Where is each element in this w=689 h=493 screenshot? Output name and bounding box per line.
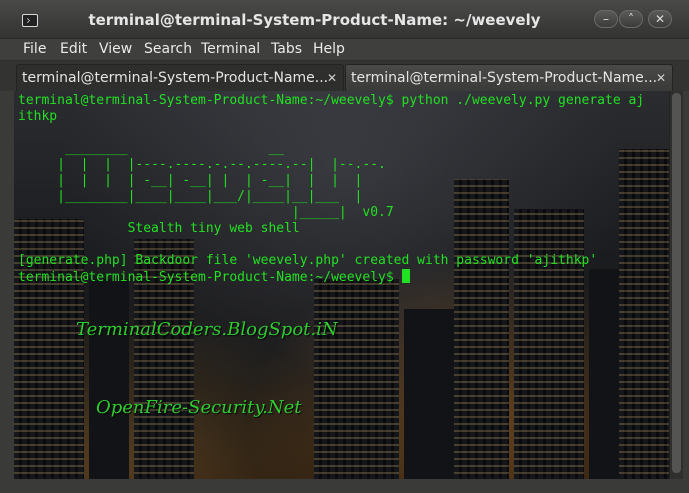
background-building: [314, 279, 399, 479]
ascii-banner-line: | | | |----.----.-.--.----.--| |--.--.: [18, 157, 386, 172]
window-title: terminal@terminal-System-Product-Name: ~…: [88, 11, 541, 29]
menu-file[interactable]: File: [23, 41, 46, 57]
menu-tabs[interactable]: Tabs: [271, 41, 302, 57]
terminal-line: [generate.php] Backdoor file 'weevely.ph…: [18, 253, 598, 268]
terminal-icon[interactable]: [22, 14, 38, 27]
menu-bar: File Edit View Search Terminal Tabs Help: [0, 39, 689, 61]
tab-terminal-1[interactable]: terminal@terminal-System-Product-Name...…: [16, 64, 344, 91]
menu-terminal[interactable]: Terminal: [201, 41, 260, 57]
terminal-window: terminal@terminal-System-Product-Name: ~…: [0, 0, 689, 493]
tagline: Stealth tiny web shell: [18, 221, 300, 236]
title-bar[interactable]: terminal@terminal-System-Product-Name: ~…: [0, 0, 689, 39]
scrollbar[interactable]: [669, 91, 683, 479]
maximize-button[interactable]: ˄: [619, 10, 643, 28]
prompt: terminal@terminal-System-Product-Name:~/…: [18, 270, 402, 285]
minimize-icon: –: [603, 12, 609, 26]
menu-help[interactable]: Help: [313, 41, 345, 57]
close-button[interactable]: ✕: [648, 10, 672, 28]
ascii-banner-line: |_____| v0.7: [18, 205, 394, 220]
minimize-button[interactable]: –: [594, 10, 618, 28]
ascii-banner-line: | | | | -__| -__| | | -__| | | |: [18, 173, 363, 188]
tab-terminal-2[interactable]: terminal@terminal-System-Product-Name...…: [345, 64, 673, 91]
watermark-text: OpenFire-Security.Net: [96, 397, 302, 418]
cursor: [401, 269, 410, 283]
terminal-output[interactable]: terminal@terminal-System-Product-Name:~/…: [14, 91, 669, 479]
tab-bar: terminal@terminal-System-Product-Name...…: [0, 61, 689, 91]
terminal-text: terminal@terminal-System-Product-Name:~/…: [18, 93, 658, 285]
prompt-line: terminal@terminal-System-Product-Name:~/…: [18, 269, 658, 285]
resize-grip-icon[interactable]: [673, 478, 687, 492]
menu-view[interactable]: View: [99, 41, 132, 57]
terminal-line: ithkp: [18, 109, 58, 124]
watermark-text: TerminalCoders.BlogSpot.iN: [76, 319, 338, 340]
close-icon: ✕: [654, 12, 666, 26]
scroll-thumb[interactable]: [672, 93, 681, 473]
background-building: [589, 269, 619, 479]
background-building: [89, 279, 129, 479]
ascii-banner-line: |________|____|____|___/|____|__|___ |: [18, 189, 363, 204]
maximize-icon: ˄: [628, 12, 634, 26]
tab-label: terminal@terminal-System-Product-Name...: [351, 70, 658, 86]
tab-label: terminal@terminal-System-Product-Name...: [22, 70, 329, 86]
menu-edit[interactable]: Edit: [60, 41, 87, 57]
menu-search[interactable]: Search: [144, 41, 192, 57]
ascii-banner-line: ________ __: [18, 141, 285, 156]
close-icon[interactable]: ✕: [325, 71, 339, 85]
close-icon[interactable]: ✕: [654, 71, 668, 85]
terminal-line: terminal@terminal-System-Product-Name:~/…: [18, 93, 645, 108]
background-building: [404, 309, 454, 479]
